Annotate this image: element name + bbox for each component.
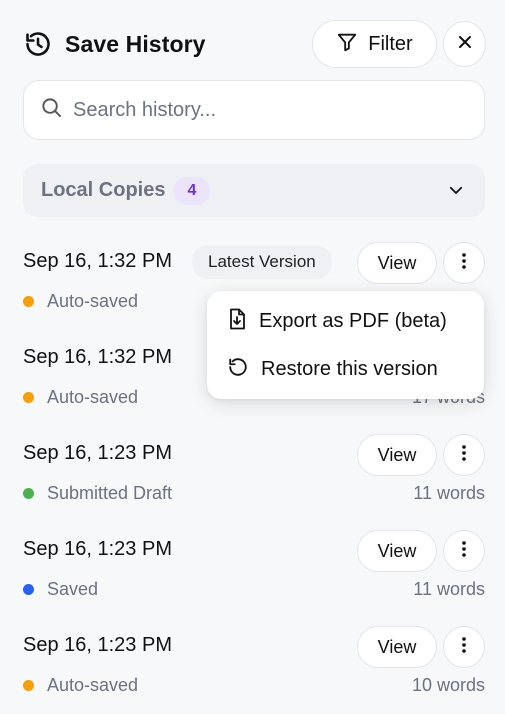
status-text: Auto-saved: [47, 291, 139, 311]
title-group: Save History: [24, 30, 206, 58]
row-date: Sep 16, 1:23 PM: [23, 442, 172, 464]
page-title: Save History: [65, 30, 206, 57]
more-options-button[interactable]: [443, 242, 485, 284]
more-vertical-icon: [462, 540, 466, 562]
row-date: Sep 16, 1:23 PM: [23, 634, 172, 656]
word-count: 11 words: [413, 483, 485, 503]
search-box[interactable]: [23, 80, 485, 140]
more-vertical-icon: [462, 636, 466, 658]
more-options-button[interactable]: [443, 626, 485, 668]
close-icon: [458, 35, 472, 54]
local-copies-count-badge: 4: [173, 176, 211, 205]
history-row: Sep 16, 1:23 PM View Saved 11 words: [0, 530, 505, 626]
status-text: Submitted Draft: [47, 483, 173, 503]
row-options-menu: Export as PDF (beta) Restore this versio…: [207, 291, 484, 399]
row-status: Auto-saved: [23, 675, 138, 696]
status-text: Auto-saved: [47, 675, 139, 695]
history-row: Sep 16, 1:23 PM View Auto-saved 10 words: [0, 626, 505, 714]
view-button[interactable]: View: [357, 242, 437, 284]
close-button[interactable]: [443, 21, 486, 67]
word-count: 10 words: [411, 675, 485, 695]
view-button[interactable]: View: [357, 626, 437, 668]
menu-item-restore[interactable]: Restore this version: [207, 345, 484, 393]
status-text: Auto-saved: [47, 387, 139, 407]
filter-button[interactable]: Filter: [312, 20, 437, 68]
more-vertical-icon: [462, 252, 466, 274]
row-date: Sep 16, 1:32 PM: [23, 250, 172, 272]
word-count: 11 words: [413, 579, 485, 599]
view-button[interactable]: View: [357, 530, 437, 572]
history-row: Sep 16, 1:23 PM View Submitted Draft 11 …: [0, 434, 505, 530]
status-dot: [23, 488, 34, 499]
status-dot: [23, 392, 34, 403]
row-status: Auto-saved: [23, 387, 138, 408]
more-options-button[interactable]: [443, 434, 485, 476]
status-dot: [23, 296, 34, 307]
menu-item-export-pdf[interactable]: Export as PDF (beta): [207, 297, 484, 345]
status-dot: [23, 584, 34, 595]
more-vertical-icon: [462, 444, 466, 466]
latest-version-badge: Latest Version: [192, 245, 332, 279]
view-button[interactable]: View: [357, 434, 437, 476]
local-copies-toggle[interactable]: Local Copies 4: [23, 164, 485, 217]
file-download-icon: [227, 308, 247, 335]
menu-item-label: Restore this version: [261, 357, 438, 380]
menu-item-label: Export as PDF (beta): [259, 309, 447, 332]
status-dot: [23, 680, 34, 691]
row-date: Sep 16, 1:23 PM: [23, 538, 172, 560]
row-status: Saved: [23, 579, 98, 600]
more-options-button[interactable]: [443, 530, 485, 572]
search-input[interactable]: [73, 98, 453, 122]
history-icon: [24, 30, 52, 58]
search-icon: [40, 96, 63, 124]
local-copies-label: Local Copies: [41, 179, 166, 201]
row-status: Auto-saved: [23, 291, 138, 312]
chevron-down-icon: [447, 181, 465, 204]
filter-icon: [336, 31, 358, 58]
row-date: Sep 16, 1:32 PM: [23, 346, 172, 368]
restore-icon: [227, 356, 249, 383]
panel-header: Save History Filter: [0, 0, 505, 80]
filter-label: Filter: [368, 32, 413, 55]
status-text: Saved: [47, 579, 99, 599]
row-status: Submitted Draft: [23, 483, 172, 504]
